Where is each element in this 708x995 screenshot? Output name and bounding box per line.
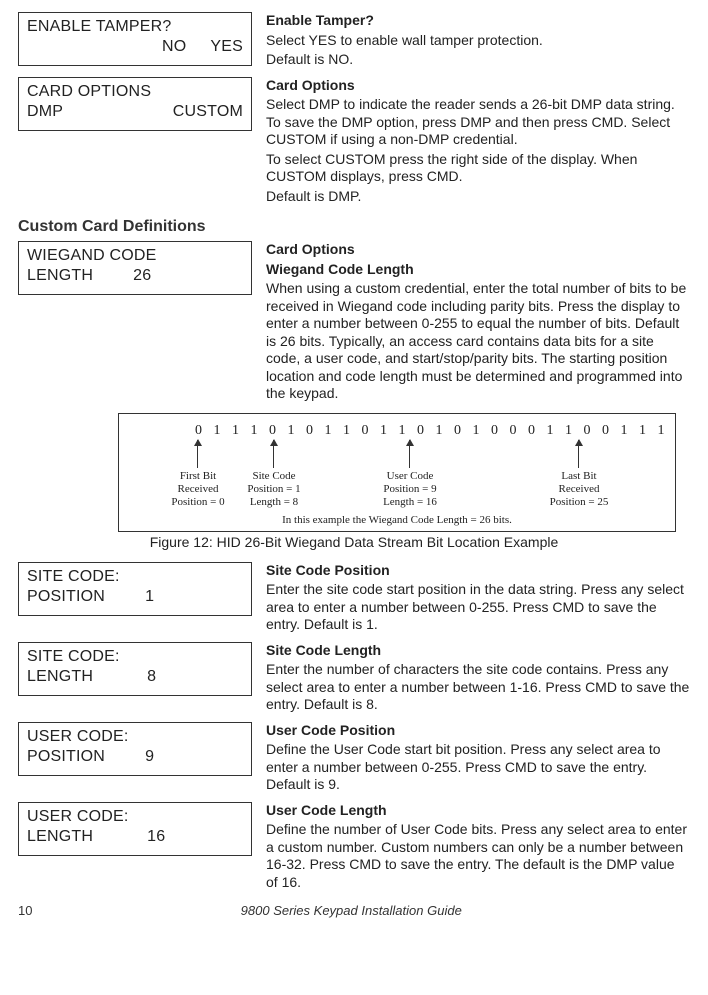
- display-label: LENGTH: [27, 667, 93, 687]
- user-code-length-row: USER CODE: LENGTH 16 User Code Length De…: [18, 802, 690, 894]
- card-options-desc: Card Options Select DMP to indicate the …: [266, 77, 690, 208]
- enable-tamper-desc: Enable Tamper? Select YES to enable wall…: [266, 12, 690, 71]
- display-line: CARD OPTIONS: [27, 82, 243, 102]
- figure-title: Figure 12: HID 26-Bit Wiegand Data Strea…: [18, 534, 690, 552]
- body-text: Select YES to enable wall tamper protect…: [266, 32, 690, 50]
- figure-arrows: First Bit Received Position = 0 Site Cod…: [129, 440, 665, 510]
- user-code-position-desc: User Code Position Define the User Code …: [266, 722, 690, 796]
- custom-card-definitions-heading: Custom Card Definitions: [18, 217, 690, 237]
- display-line: SITE CODE:: [27, 567, 243, 587]
- doc-title: 9800 Series Keypad Installation Guide: [32, 903, 670, 919]
- display-user-code-position: USER CODE: POSITION 9: [18, 722, 252, 776]
- display-enable-tamper: ENABLE TAMPER? NO YES: [18, 12, 252, 66]
- body-text: Enter the number of characters the site …: [266, 661, 690, 714]
- display-wiegand: WIEGAND CODE LENGTH 26: [18, 241, 252, 295]
- body-text: Define the User Code start bit position.…: [266, 741, 690, 794]
- user-code-position-title: User Code Position: [266, 722, 395, 738]
- display-card-options: CARD OPTIONS DMP CUSTOM: [18, 77, 252, 131]
- display-line: WIEGAND CODE: [27, 246, 243, 266]
- user-code-position-row: USER CODE: POSITION 9 User Code Position…: [18, 722, 690, 796]
- user-code-length-desc: User Code Length Define the number of Us…: [266, 802, 690, 894]
- display-value[interactable]: 1: [145, 587, 154, 607]
- arrow-user-code: [409, 440, 410, 468]
- wiegand-title: Card Options: [266, 241, 355, 257]
- body-text: Define the number of User Code bits. Pre…: [266, 821, 690, 891]
- label-user-code: User Code Position = 9 Length = 16: [355, 470, 465, 510]
- display-value[interactable]: 9: [145, 747, 154, 767]
- display-site-code-position: SITE CODE: POSITION 1: [18, 562, 252, 616]
- label-site-code: Site Code Position = 1 Length = 8: [219, 470, 329, 510]
- card-options-title: Card Options: [266, 77, 355, 93]
- display-line: USER CODE:: [27, 807, 243, 827]
- body-text: To select CUSTOM press the right side of…: [266, 151, 690, 186]
- display-label: LENGTH: [27, 827, 93, 847]
- display-value[interactable]: 26: [133, 266, 151, 286]
- site-code-length-title: Site Code Length: [266, 642, 381, 658]
- display-label: LENGTH: [27, 266, 93, 286]
- site-code-position-row: SITE CODE: POSITION 1 Site Code Position…: [18, 562, 690, 636]
- arrow-site-code: [273, 440, 274, 468]
- display-line: ENABLE TAMPER?: [27, 17, 243, 37]
- arrow-first-bit: [197, 440, 198, 468]
- option-custom[interactable]: CUSTOM: [173, 102, 243, 122]
- site-code-length-row: SITE CODE: LENGTH 8 Site Code Length Ent…: [18, 642, 690, 716]
- site-code-length-desc: Site Code Length Enter the number of cha…: [266, 642, 690, 716]
- option-dmp[interactable]: DMP: [27, 102, 63, 122]
- display-line: SITE CODE:: [27, 647, 243, 667]
- display-label: POSITION: [27, 747, 105, 767]
- user-code-length-title: User Code Length: [266, 802, 387, 818]
- page-footer: 10 9800 Series Keypad Installation Guide: [18, 903, 690, 919]
- bitstream: 0 1 1 1 0 1 0 1 1 0 1 1 0 1 0 1 0 0 0 1 …: [195, 422, 665, 440]
- wiegand-subtitle: Wiegand Code Length: [266, 261, 690, 279]
- option-no[interactable]: NO: [162, 37, 186, 57]
- display-site-code-length: SITE CODE: LENGTH 8: [18, 642, 252, 696]
- body-text: Default is NO.: [266, 51, 690, 69]
- enable-tamper-row: ENABLE TAMPER? NO YES Enable Tamper? Sel…: [18, 12, 690, 71]
- site-code-position-desc: Site Code Position Enter the site code s…: [266, 562, 690, 636]
- body-text: When using a custom credential, enter th…: [266, 280, 690, 403]
- body-text: Default is DMP.: [266, 188, 690, 206]
- site-code-position-title: Site Code Position: [266, 562, 390, 578]
- display-user-code-length: USER CODE: LENGTH 16: [18, 802, 252, 856]
- card-options-row: CARD OPTIONS DMP CUSTOM Card Options Sel…: [18, 77, 690, 208]
- body-text: Enter the site code start position in th…: [266, 581, 690, 634]
- page-number: 10: [18, 903, 32, 919]
- display-line: USER CODE:: [27, 727, 243, 747]
- wiegand-desc: Card Options Wiegand Code Length When us…: [266, 241, 690, 405]
- arrow-last-bit: [578, 440, 579, 468]
- label-last-bit: Last Bit Received Position = 25: [524, 470, 634, 510]
- figure-inner-caption: In this example the Wiegand Code Length …: [129, 514, 665, 528]
- display-value[interactable]: 16: [147, 827, 165, 847]
- wiegand-row: WIEGAND CODE LENGTH 26 Card Options Wieg…: [18, 241, 690, 405]
- display-label: POSITION: [27, 587, 105, 607]
- enable-tamper-title: Enable Tamper?: [266, 12, 374, 28]
- display-value[interactable]: 8: [147, 667, 156, 687]
- body-text: Select DMP to indicate the reader sends …: [266, 96, 690, 149]
- option-yes[interactable]: YES: [210, 37, 243, 57]
- figure-12: 0 1 1 1 0 1 0 1 1 0 1 1 0 1 0 1 0 0 0 1 …: [118, 413, 676, 533]
